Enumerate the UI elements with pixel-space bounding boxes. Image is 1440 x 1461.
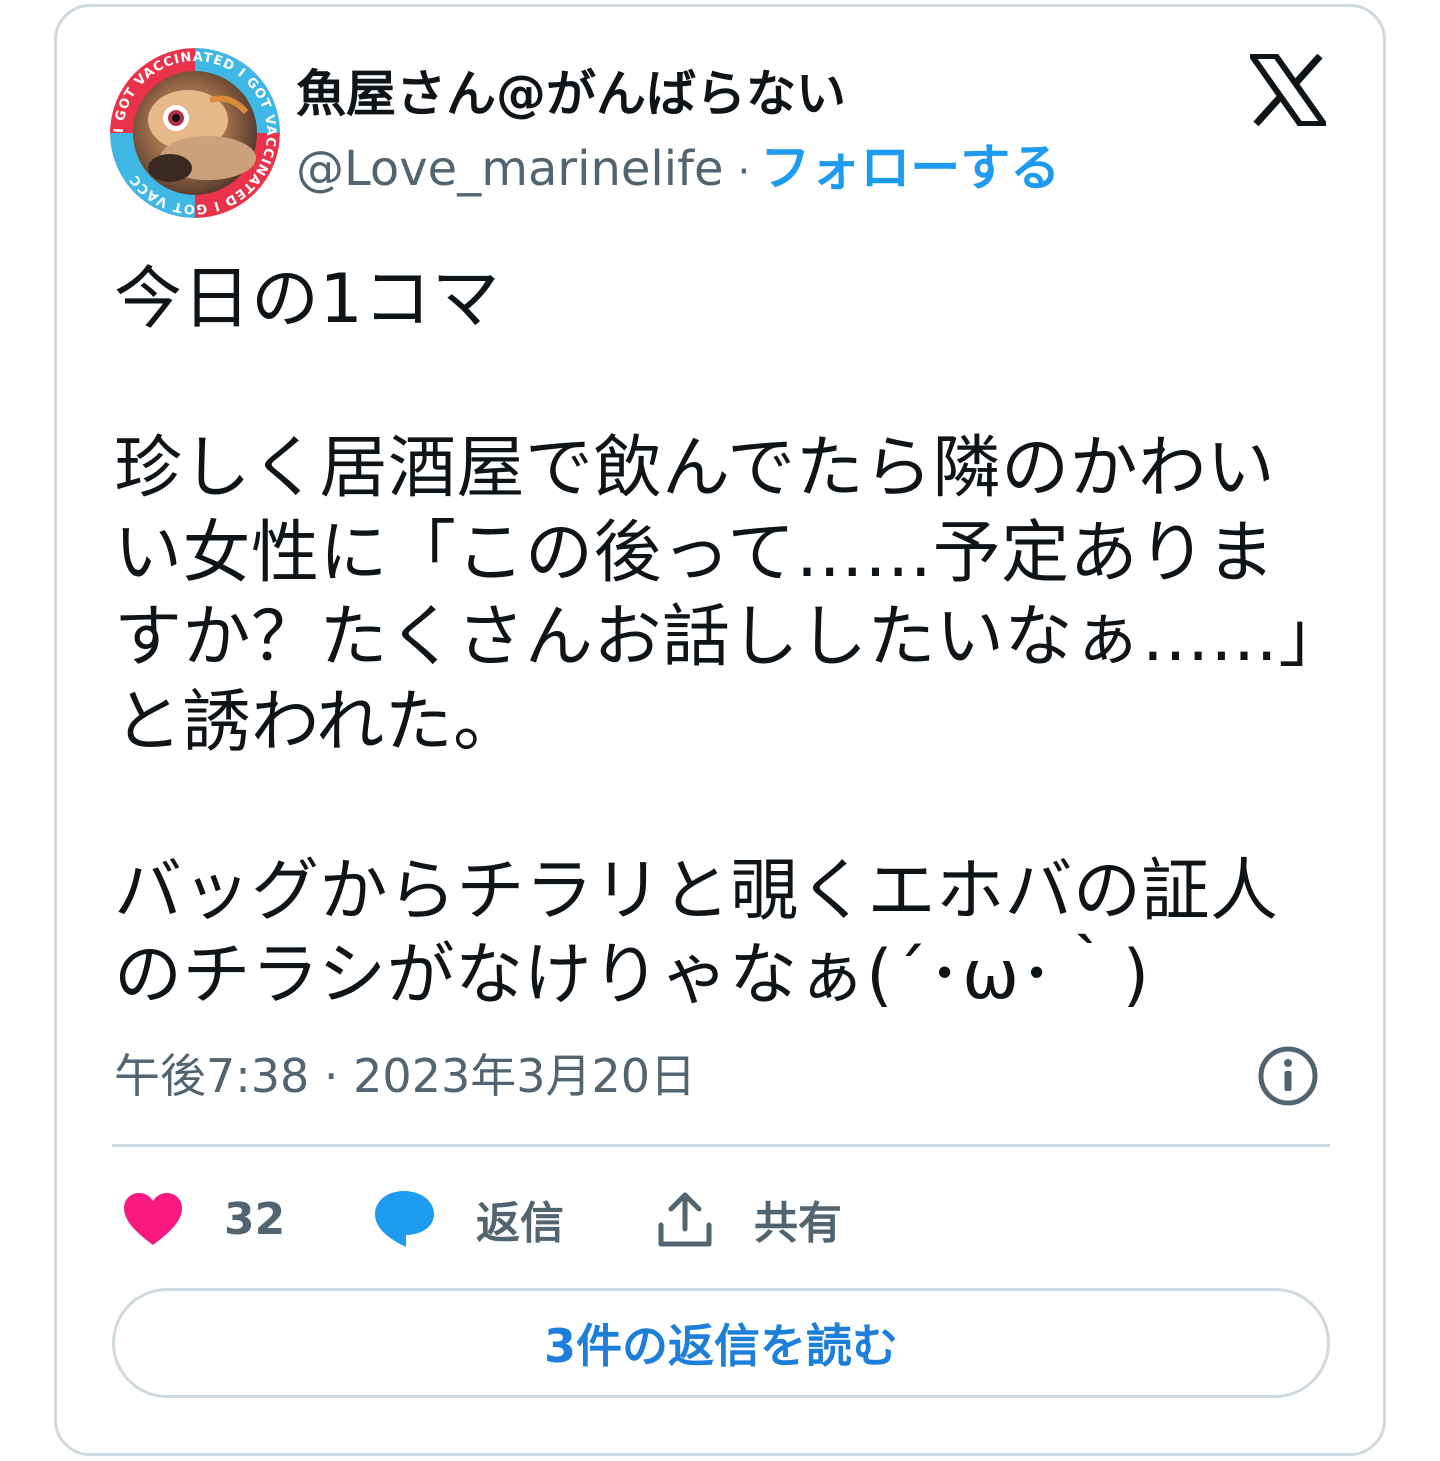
divider bbox=[112, 1144, 1330, 1147]
handle-row: @Love_marinelife · フォローする bbox=[296, 136, 1060, 204]
reply-button[interactable]: 返信 bbox=[372, 1184, 564, 1254]
user-handle[interactable]: @Love_marinelife bbox=[296, 141, 724, 197]
like-button[interactable]: 32 bbox=[122, 1184, 285, 1254]
speech-bubble-icon bbox=[375, 1191, 434, 1247]
share-upload-icon bbox=[658, 1192, 712, 1247]
like-count: 32 bbox=[224, 1193, 286, 1245]
separator-dot: · bbox=[737, 149, 751, 195]
share-label: 共有 bbox=[754, 1198, 842, 1249]
read-replies-button[interactable]: 3件の返信を読む bbox=[112, 1288, 1330, 1398]
tweet-text: 今日の1コマ 珍しく居酒屋で飲んでたら隣のかわいい女性に「この後って……予定あり… bbox=[114, 260, 1314, 1015]
avatar[interactable]: I GOT VACCINATED I GOT VACCINATED I GOT … bbox=[110, 48, 280, 218]
tweet-timestamp[interactable]: 午後7:38 · 2023年3月20日 bbox=[114, 1044, 696, 1108]
display-name[interactable]: 魚屋さん@がんばらない bbox=[296, 62, 846, 126]
x-logo-icon[interactable] bbox=[1246, 53, 1330, 127]
info-icon[interactable] bbox=[1256, 1044, 1320, 1108]
follow-button[interactable]: フォローする bbox=[760, 139, 1060, 197]
share-button[interactable]: 共有 bbox=[656, 1184, 842, 1254]
heart-icon bbox=[124, 1193, 182, 1245]
reply-label: 返信 bbox=[476, 1198, 564, 1249]
